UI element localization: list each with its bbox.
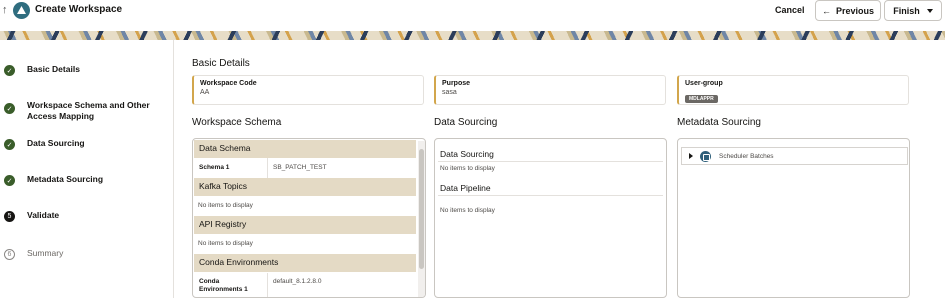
- step-complete-icon: ✓: [4, 65, 15, 76]
- column-divider: [267, 158, 268, 178]
- kafka-topics-header: Kafka Topics: [194, 178, 416, 196]
- metadata-sourcing-panel[interactable]: Scheduler Batches: [677, 138, 910, 298]
- workspace-code-label: Workspace Code: [200, 80, 257, 87]
- step-number: 6: [4, 249, 15, 260]
- page-title: Create Workspace: [35, 4, 123, 15]
- schema-row-value: SB_PATCH_TEST: [273, 164, 327, 171]
- step-navigation: ✓ Basic Details ✓ Workspace Schema and O…: [0, 40, 174, 298]
- step-workspace-schema[interactable]: ✓ Workspace Schema and Other Access Mapp…: [4, 100, 164, 122]
- purpose-card: Purpose sasa: [434, 75, 666, 105]
- expand-caret-icon[interactable]: [689, 153, 693, 159]
- step-complete-icon: ✓: [4, 175, 15, 186]
- step-complete-icon: ✓: [4, 139, 15, 150]
- user-group-card: User-group MDLAPPR: [677, 75, 909, 105]
- purpose-label: Purpose: [442, 80, 471, 87]
- step-basic-details[interactable]: ✓ Basic Details: [4, 64, 80, 76]
- data-sourcing-subheader: Data Sourcing: [440, 149, 494, 159]
- api-empty-message: No items to display: [198, 240, 253, 247]
- conda-row-value: default_8.1.2.8.0: [273, 278, 322, 285]
- step-label: Metadata Sourcing: [27, 174, 104, 184]
- column-divider: [267, 273, 268, 297]
- scrollbar-thumb[interactable]: [419, 149, 424, 269]
- divider: [438, 161, 663, 162]
- step-metadata-sourcing[interactable]: ✓ Metadata Sourcing: [4, 174, 103, 186]
- tree-item-scheduler-batches[interactable]: Scheduler Batches: [681, 147, 908, 165]
- step-label: Validate: [27, 210, 60, 220]
- data-sourcing-panel[interactable]: Data Sourcing No items to display Data P…: [434, 138, 667, 298]
- data-sourcing-empty-message: No items to display: [440, 165, 495, 172]
- data-pipeline-empty-message: No items to display: [440, 207, 495, 214]
- data-schema-header: Data Schema: [194, 140, 416, 158]
- arrow-left-icon: ←: [821, 5, 831, 16]
- schema-scrollbar[interactable]: [418, 141, 425, 297]
- workspace-code-value: AA: [200, 89, 210, 96]
- divider: [438, 195, 663, 196]
- step-complete-icon: ✓: [4, 103, 15, 114]
- conda-environments-header: Conda Environments: [194, 254, 416, 272]
- schema-row-label: Schema 1: [199, 164, 230, 171]
- tree-item-label: Scheduler Batches: [719, 152, 774, 160]
- finish-button-label: Finish: [893, 5, 920, 16]
- data-sourcing-title: Data Sourcing: [434, 117, 498, 128]
- kafka-empty-message: No items to display: [198, 202, 253, 209]
- conda-row-label: Conda Environments 1: [199, 278, 248, 293]
- workspace-logo-icon: [13, 2, 30, 19]
- user-group-badge: MDLAPPR: [685, 95, 718, 103]
- step-label: Basic Details: [27, 64, 80, 74]
- finish-button[interactable]: Finish: [884, 0, 942, 21]
- batch-folder-icon: [700, 150, 711, 162]
- step-label: Data Sourcing: [27, 138, 85, 148]
- workspace-schema-panel[interactable]: Data Schema Schema 1 SB_PATCH_TEST Kafka…: [192, 138, 426, 298]
- step-label: Summary: [27, 248, 64, 258]
- chevron-down-icon: [926, 8, 933, 13]
- step-number: 5: [4, 211, 15, 222]
- step-summary[interactable]: 6 Summary: [4, 248, 63, 260]
- metadata-sourcing-title: Metadata Sourcing: [677, 117, 761, 128]
- user-group-label: User-group: [685, 80, 723, 87]
- step-data-sourcing[interactable]: ✓ Data Sourcing: [4, 138, 85, 150]
- up-arrow-icon[interactable]: ↑: [2, 4, 8, 16]
- step-label: Workspace Schema and Other Access Mappin…: [27, 100, 150, 121]
- purpose-value: sasa: [442, 89, 457, 96]
- cancel-button[interactable]: Cancel: [771, 4, 809, 16]
- workspace-schema-title: Workspace Schema: [192, 117, 282, 128]
- previous-button[interactable]: ← Previous: [815, 0, 881, 21]
- decorative-banner: [0, 31, 945, 40]
- api-registry-header: API Registry: [194, 216, 416, 234]
- workspace-code-card: Workspace Code AA: [192, 75, 424, 105]
- step-validate[interactable]: 5 Validate: [4, 210, 59, 222]
- data-pipeline-subheader: Data Pipeline: [440, 183, 491, 193]
- basic-details-title: Basic Details: [192, 58, 250, 69]
- header-bar: ↑ Create Workspace Cancel ← Previous Fin…: [0, 0, 945, 31]
- previous-button-label: Previous: [835, 5, 875, 16]
